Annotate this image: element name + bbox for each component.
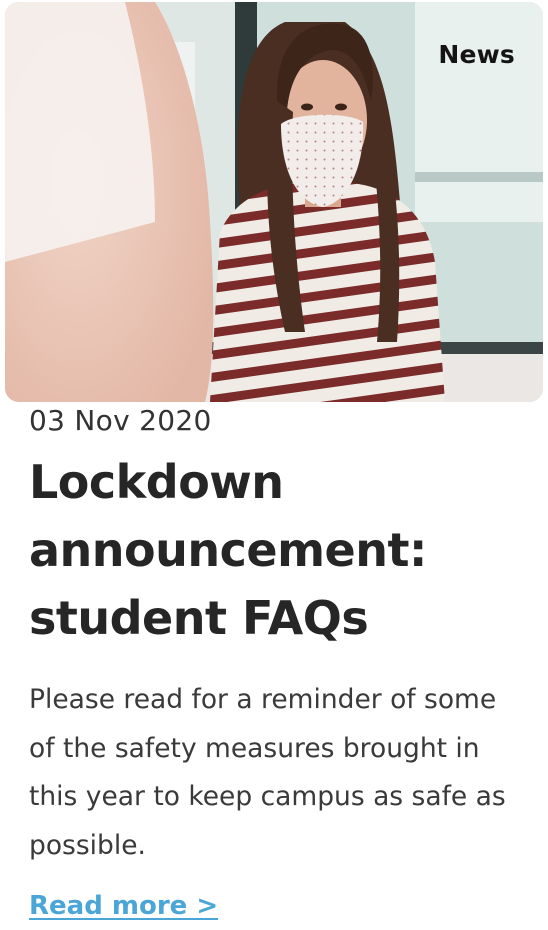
category-tag: News (438, 40, 515, 69)
read-more-link[interactable]: Read more > (29, 891, 218, 921)
news-card[interactable]: News 03 Nov 2020 Lockdown announcement: … (0, 0, 548, 930)
publish-date: 03 Nov 2020 (29, 404, 212, 437)
article-title[interactable]: Lockdown announcement: student FAQs (29, 448, 529, 652)
article-summary: Please read for a reminder of some of th… (29, 684, 506, 861)
hero-image[interactable]: News (5, 2, 543, 402)
